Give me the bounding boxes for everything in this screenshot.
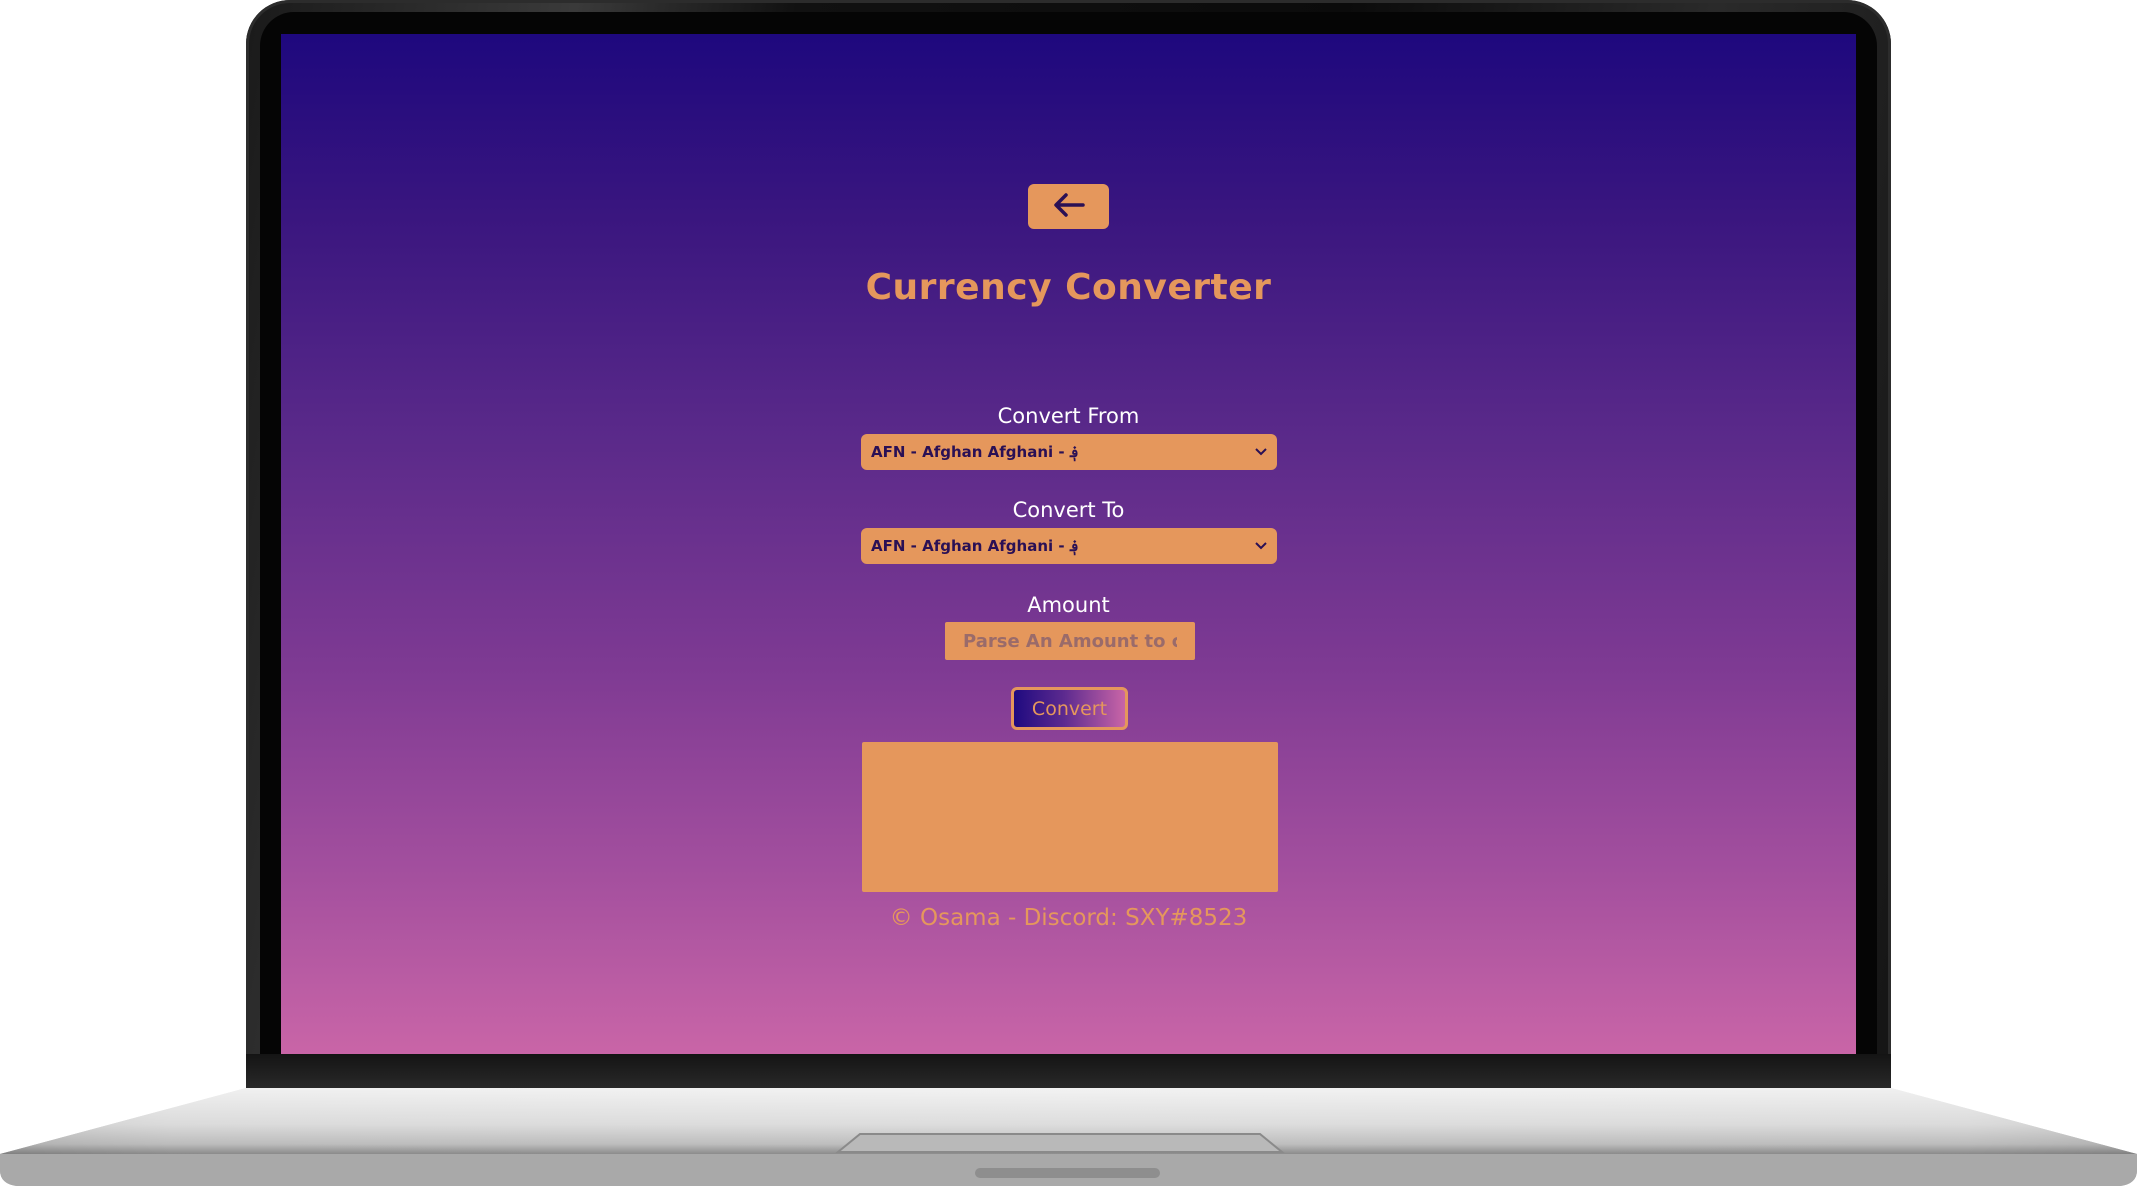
- laptop-hinge: [246, 1054, 1891, 1092]
- chevron-down-icon: [1255, 540, 1267, 552]
- convert-from-value: AFN - Afghan Afghani - ؋: [871, 443, 1079, 461]
- back-button[interactable]: [1028, 184, 1109, 229]
- convert-button[interactable]: Convert: [1011, 687, 1128, 730]
- convert-to-select[interactable]: AFN - Afghan Afghani - ؋: [861, 528, 1277, 564]
- amount-label: Amount: [1027, 593, 1110, 617]
- result-output: [862, 742, 1278, 892]
- convert-to-label: Convert To: [1012, 498, 1125, 522]
- chevron-down-icon: [1255, 446, 1267, 458]
- convert-to-value: AFN - Afghan Afghani - ؋: [871, 537, 1079, 555]
- convert-from-label: Convert From: [997, 404, 1140, 428]
- footer-credit: © Osama - Discord: SXY#8523: [889, 905, 1248, 931]
- laptop-mockup: Currency Converter Convert From AFN - Af…: [0, 0, 2137, 1192]
- currency-converter-app: Currency Converter Convert From AFN - Af…: [281, 34, 1856, 1054]
- arrow-left-icon: [1052, 192, 1086, 222]
- page-title: Currency Converter: [865, 267, 1272, 308]
- amount-input[interactable]: [945, 622, 1195, 660]
- convert-from-select[interactable]: AFN - Afghan Afghani - ؋: [861, 434, 1277, 470]
- laptop-base: [0, 1088, 2137, 1192]
- laptop-screen: Currency Converter Convert From AFN - Af…: [281, 34, 1856, 1054]
